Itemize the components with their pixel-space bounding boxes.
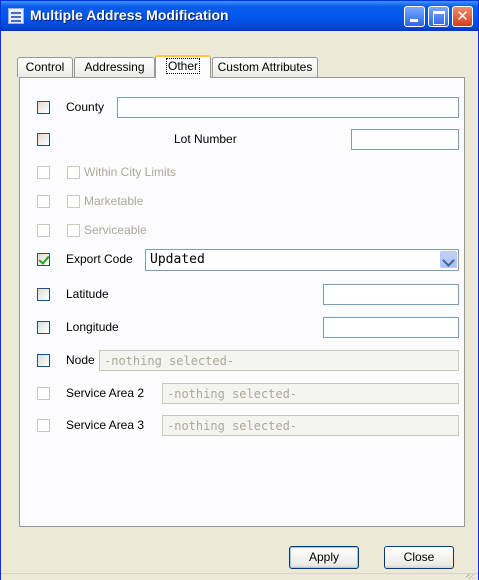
tab-addressing[interactable]: Addressing (74, 57, 155, 77)
close-button-label: Close (403, 550, 435, 564)
app-icon (8, 8, 24, 24)
row-longitude: Longitude (20, 317, 466, 339)
within-city-limits-label: Within City Limits (84, 165, 177, 179)
serviceable-row-checkbox[interactable] (37, 224, 50, 237)
service-area-3-label: Service Area 3 (66, 418, 145, 432)
maximize-button[interactable] (428, 6, 449, 27)
row-export-code: Export Code Updated (20, 249, 466, 271)
tab-label: Custom Attributes (217, 60, 313, 74)
service-area-3-checkbox[interactable] (37, 419, 50, 432)
longitude-checkbox[interactable] (37, 321, 50, 334)
latitude-input[interactable] (323, 284, 459, 305)
latitude-checkbox[interactable] (37, 288, 50, 301)
title-bar[interactable]: Multiple Address Modification ✕ (1, 1, 478, 31)
close-button[interactable]: Close (384, 546, 454, 569)
county-label: County (66, 100, 105, 114)
dialog-window: Multiple Address Modification ✕ Control … (0, 0, 479, 580)
tab-label: Addressing (84, 60, 145, 74)
latitude-label: Latitude (66, 287, 109, 301)
within-city-limits-checkbox[interactable] (67, 166, 80, 179)
service-area-2-checkbox[interactable] (37, 387, 50, 400)
minimize-button[interactable] (404, 6, 425, 27)
row-marketable: Marketable (20, 191, 466, 213)
status-bar (1, 573, 478, 580)
chevron-down-icon[interactable] (440, 251, 457, 268)
apply-button[interactable]: Apply (289, 546, 359, 569)
row-service-area-2: Service Area 2 -nothing selected- (20, 383, 466, 405)
county-input[interactable] (117, 97, 459, 118)
marketable-checkbox[interactable] (67, 195, 80, 208)
close-icon: ✕ (456, 7, 469, 25)
node-picker[interactable]: -nothing selected- (99, 350, 459, 371)
resize-grip-icon[interactable] (466, 574, 474, 579)
close-window-button[interactable]: ✕ (452, 6, 473, 27)
longitude-label: Longitude (66, 320, 119, 334)
service-area-3-placeholder: -nothing selected- (167, 419, 298, 433)
service-area-2-picker[interactable]: -nothing selected- (162, 383, 459, 404)
export-code-select[interactable]: Updated (145, 249, 459, 271)
lot-number-input[interactable] (351, 129, 459, 150)
row-county: County (20, 97, 466, 119)
lot-number-label: Lot Number (174, 132, 237, 146)
service-area-2-label: Service Area 2 (66, 386, 145, 400)
serviceable-label: Serviceable (84, 223, 147, 237)
row-serviceable: Serviceable (20, 220, 466, 242)
tab-label: Other (165, 58, 201, 74)
apply-button-label: Apply (308, 550, 340, 564)
tab-panel-other: County Lot Number Within City Limits Mar… (19, 77, 465, 527)
row-node: Node -nothing selected- (20, 350, 466, 372)
row-within-city-limits: Within City Limits (20, 162, 466, 184)
marketable-row-checkbox[interactable] (37, 195, 50, 208)
export-code-value: Updated (150, 252, 205, 267)
node-placeholder: -nothing selected- (104, 354, 235, 368)
county-checkbox[interactable] (37, 101, 50, 114)
tab-custom-attributes[interactable]: Custom Attributes (212, 57, 318, 77)
row-lot-number: Lot Number (20, 129, 466, 151)
node-checkbox[interactable] (37, 354, 50, 367)
tab-control[interactable]: Control (17, 57, 73, 77)
marketable-label: Marketable (84, 194, 144, 208)
row-latitude: Latitude (20, 284, 466, 306)
export-code-checkbox[interactable] (37, 253, 50, 266)
window-title: Multiple Address Modification (30, 7, 229, 23)
service-area-2-placeholder: -nothing selected- (167, 387, 298, 401)
node-label: Node (66, 353, 95, 367)
tab-label: Control (25, 60, 65, 74)
lot-number-checkbox[interactable] (37, 133, 50, 146)
tab-other[interactable]: Other (155, 55, 211, 78)
serviceable-checkbox[interactable] (67, 224, 80, 237)
within-city-limits-row-checkbox[interactable] (37, 166, 50, 179)
longitude-input[interactable] (323, 317, 459, 338)
export-code-label: Export Code (66, 252, 133, 266)
row-service-area-3: Service Area 3 -nothing selected- (20, 415, 466, 437)
service-area-3-picker[interactable]: -nothing selected- (162, 415, 459, 436)
